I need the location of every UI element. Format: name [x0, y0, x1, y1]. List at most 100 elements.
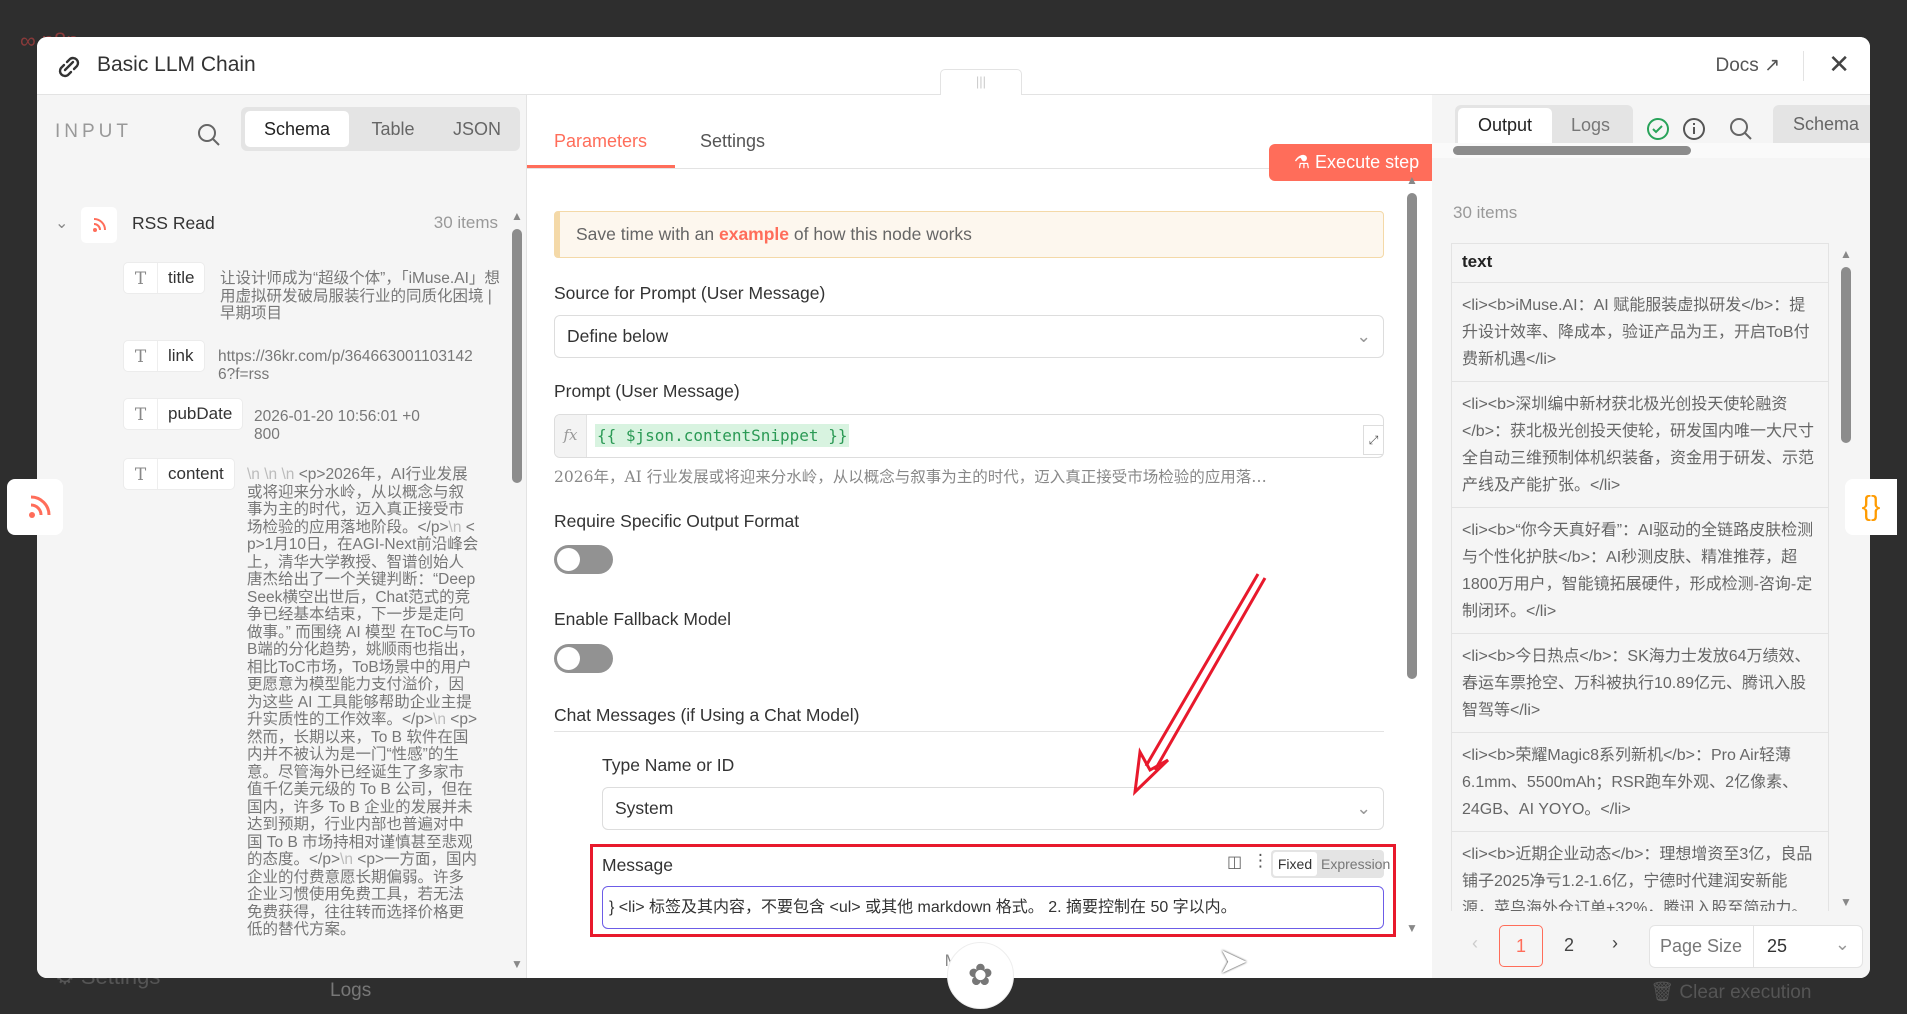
next-node-json-button[interactable]: {} [1845, 479, 1897, 535]
braces-icon: {} [1861, 490, 1881, 521]
text-type-icon: T [124, 263, 158, 293]
table-row: <li><b>“你今天真好看”：AI驱动的全链路皮肤检测与个性化护肤</b>：A… [1452, 508, 1828, 634]
item-count: 30 items [433, 213, 498, 232]
flask-icon: ⚗ [1293, 152, 1311, 172]
scroll-down-arrow[interactable]: ▼ [1840, 895, 1852, 909]
text-type-icon: T [124, 399, 158, 429]
input-panel: INPUT Schema Table JSON ⌄ RSS Read 30 it… [37, 95, 527, 978]
message-input[interactable]: } <li> 标签及其内容，不要包含 <ul> 或其他 markdown 格式。… [602, 886, 1384, 929]
more-options-icon[interactable]: ⋮ [1252, 851, 1269, 871]
scroll-down-arrow[interactable]: ▼ [511, 957, 523, 971]
type-select[interactable]: System ⌄ [602, 787, 1384, 830]
divider [554, 731, 1384, 732]
page-2-button[interactable]: 2 [1564, 935, 1574, 956]
success-check-icon [1647, 118, 1669, 140]
table-row: <li><b>iMuse.AI：AI 赋能服装虚拟研发</b>：提升设计效率、降… [1452, 283, 1828, 382]
close-icon[interactable]: ✕ [1828, 49, 1850, 80]
table-row: <li><b>深圳编中新材获北极光创投天使轮融资</b>：获北极光创投天使轮，研… [1452, 382, 1828, 508]
mouse-cursor: ➤ [1218, 940, 1249, 981]
message-label: Message [602, 855, 674, 875]
divider [1803, 51, 1804, 81]
info-icon[interactable] [1682, 117, 1706, 141]
search-icon[interactable] [1729, 117, 1753, 141]
tab-logs[interactable]: Logs [1571, 108, 1610, 143]
chevron-down-icon: ⌄ [1834, 934, 1850, 954]
prompt-preview: 2026年，AI 行业发展或将迎来分水岭，从以概念与叙事为主的时代，迈入真正接受… [554, 468, 1267, 486]
link-chain-icon [58, 56, 80, 78]
fx-icon: fx [555, 415, 587, 457]
source-select[interactable]: Define below ⌄ [554, 315, 1384, 358]
node-modal: Basic LLM Chain Docs ↗ ✕ INPUT Schema Ta… [37, 37, 1870, 978]
fallback-model-label: Enable Fallback Model [554, 609, 732, 629]
example-link[interactable]: example [719, 224, 789, 244]
expression-text: {{ $json.contentSnippet }} [595, 424, 850, 447]
node-title[interactable]: Basic LLM Chain [97, 53, 256, 77]
input-label: INPUT [55, 121, 132, 142]
tab-output[interactable]: Output [1458, 108, 1552, 143]
field-pubdate[interactable]: TpubDate [123, 398, 244, 430]
field-title-value: 让设计师成为“超级个体”，「iMuse.AI」想用虚拟研发破局服装行业的同质化困… [220, 270, 500, 322]
output-item-count: 30 items [1453, 203, 1518, 222]
text-type-icon: T [124, 341, 158, 371]
field-title[interactable]: Ttitle [123, 262, 206, 294]
tab-schema[interactable]: Schema [1773, 105, 1870, 143]
table-row: <li><b>近期企业动态</b>：理想增资至3亿，良品铺子2025净亏1.2-… [1452, 832, 1828, 911]
horizontal-scrollbar-thumb[interactable] [1453, 146, 1691, 155]
clear-execution-button[interactable]: 🗑 Clear execution [1650, 980, 1811, 1004]
chevron-down-icon: ⌄ [1356, 326, 1371, 346]
scroll-up-arrow[interactable]: ▲ [1406, 173, 1418, 187]
external-link-icon: ↗ [1764, 55, 1780, 76]
field-pubdate-value: 2026-01-20 10:56:01 +0800 [254, 408, 420, 443]
fixed-expression-switch: Fixed Expression [1271, 850, 1390, 878]
collapse-chevron-icon[interactable]: ⌄ [55, 213, 68, 233]
scroll-up-arrow[interactable]: ▲ [511, 209, 523, 223]
docs-link[interactable]: Docs ↗ [1716, 54, 1781, 77]
require-format-toggle[interactable] [554, 545, 613, 574]
next-page-button[interactable]: › [1612, 933, 1618, 954]
page-size-select[interactable]: Page Size 25 ⌄ [1649, 925, 1863, 968]
fixed-mode-button[interactable]: Fixed [1273, 852, 1317, 876]
logs-panel-toggle[interactable]: Logs [330, 980, 371, 1002]
fallback-model-toggle[interactable] [554, 644, 613, 673]
prompt-expression-input[interactable]: fx {{ $json.contentSnippet }} ⤢ [554, 414, 1384, 458]
example-callout: Save time with an example of how this no… [554, 211, 1384, 258]
search-icon[interactable] [197, 123, 221, 147]
split-view-icon[interactable]: ◫ [1227, 852, 1242, 872]
prompt-label: Prompt (User Message) [554, 381, 740, 401]
table-row: <li><b>荣耀Magic8系列新机</b>：Pro Air轻薄6.1mm、5… [1452, 733, 1828, 832]
horizontal-scroll[interactable] [1432, 143, 1870, 158]
parameters-panel: ||| Parameters Settings ⚗ Execute step S… [527, 69, 1444, 978]
input-scrollbar[interactable] [512, 229, 522, 483]
output-panel: Output Logs Schema 30 items text <li><b>… [1432, 95, 1870, 978]
open-expression-editor-icon[interactable]: ⤢ [1363, 425, 1383, 455]
output-table: text <li><b>iMuse.AI：AI 赋能服装虚拟研发</b>：提升设… [1451, 243, 1829, 911]
page-1-button[interactable]: 1 [1499, 925, 1543, 967]
field-content[interactable]: Tcontent [123, 458, 235, 490]
rss-node-icon [81, 207, 117, 243]
tab-settings[interactable]: Settings [700, 131, 765, 152]
column-header-text: text [1452, 244, 1828, 283]
require-format-label: Require Specific Output Format [554, 511, 800, 531]
chat-messages-label: Chat Messages (if Using a Chat Model) [554, 705, 860, 725]
parameters-scrollbar[interactable] [1407, 193, 1417, 679]
field-content-value: \n \n \n <p>2026年，AI行业发展或将迎来分水岭，从以概念与叙事为… [247, 466, 479, 938]
openai-model-icon[interactable]: ✿ [947, 942, 1014, 1009]
chevron-down-icon: ⌄ [1356, 798, 1371, 818]
field-link[interactable]: Tlink [123, 340, 205, 372]
type-label: Type Name or ID [602, 755, 735, 775]
text-type-icon: T [124, 459, 158, 489]
node-name: RSS Read [132, 213, 215, 233]
scroll-down-arrow[interactable]: ▼ [1406, 921, 1418, 935]
tab-json[interactable]: JSON [437, 111, 517, 147]
prev-page-button[interactable]: ‹ [1472, 933, 1478, 954]
tab-table[interactable]: Table [353, 111, 433, 147]
scroll-up-arrow[interactable]: ▲ [1840, 247, 1852, 261]
rss-icon [29, 495, 51, 518]
tab-parameters[interactable]: Parameters [554, 131, 647, 152]
output-scrollbar[interactable] [1841, 267, 1851, 443]
previous-node-rss-button[interactable] [7, 479, 63, 535]
tab-schema[interactable]: Schema [245, 111, 349, 147]
output-tabs: Output Logs [1455, 105, 1633, 143]
expression-mode-button[interactable]: Expression [1321, 852, 1390, 876]
drag-handle[interactable]: ||| [940, 69, 1022, 95]
